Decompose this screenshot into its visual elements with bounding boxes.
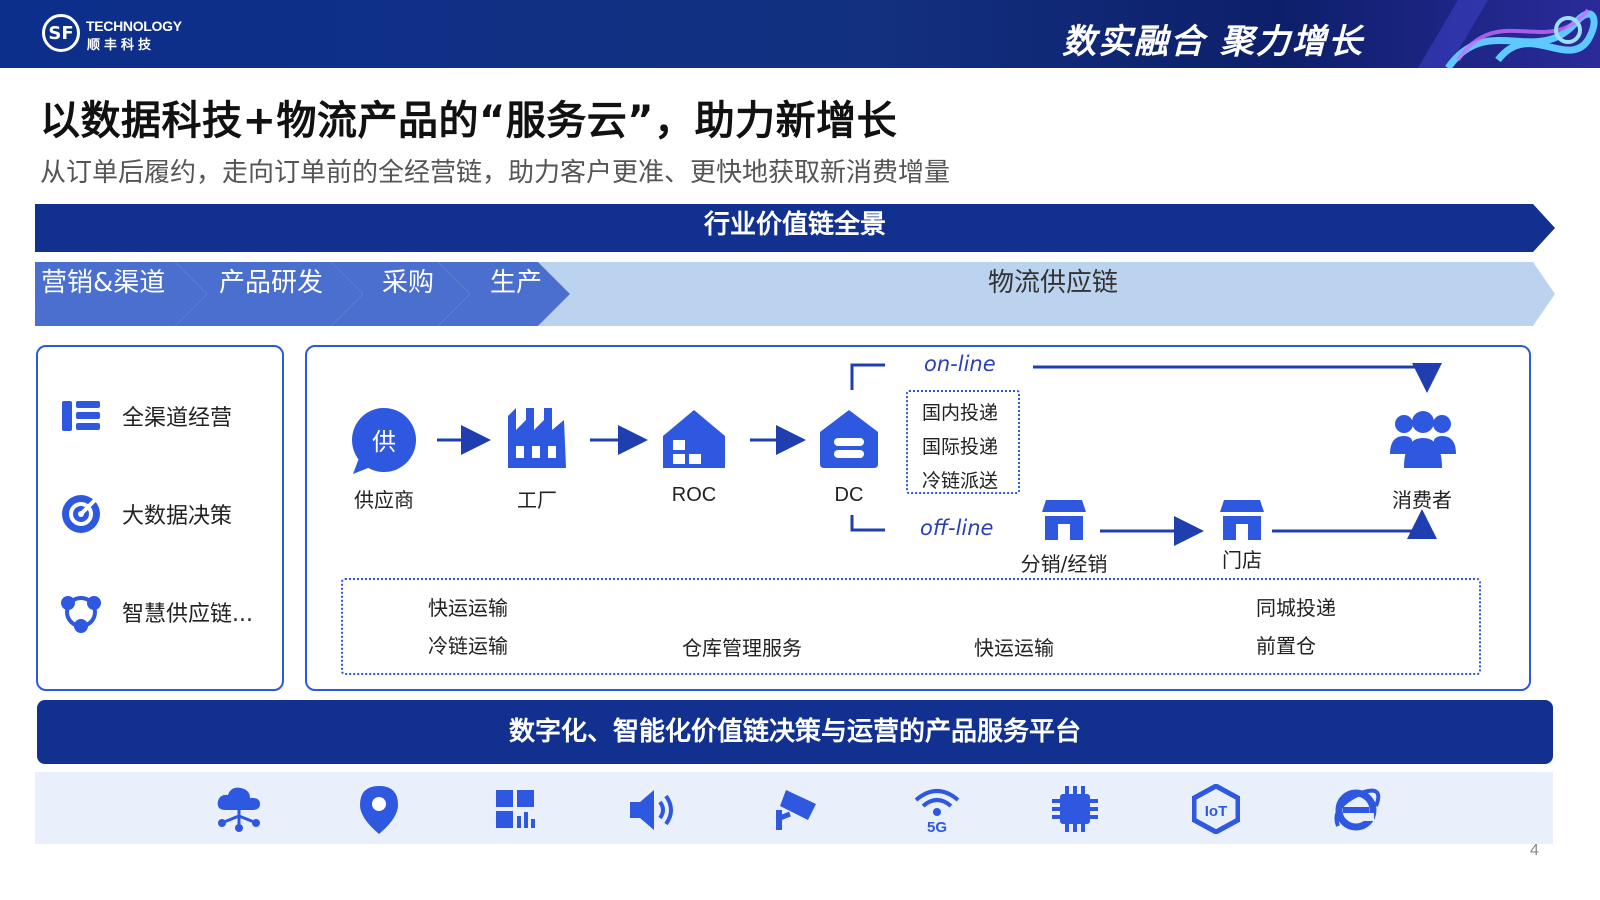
slogan: 数实融合 聚力增长 bbox=[1062, 22, 1364, 62]
badge-iot: IoT bbox=[1205, 803, 1228, 820]
service-frontwarehouse: 前置仓 bbox=[1256, 634, 1316, 658]
online-label: on-line bbox=[924, 352, 996, 376]
left-item-label: 全渠道经营 bbox=[122, 406, 233, 431]
distribution-center-icon bbox=[820, 410, 878, 468]
factory-icon bbox=[508, 408, 566, 468]
page-subtitle: 从订单后履约，走向订单前的全经营链，助力客户更准、更快地获取新消费增量 bbox=[40, 158, 951, 188]
stage-rnd: 产品研发 bbox=[219, 268, 324, 298]
list-icon bbox=[62, 401, 100, 431]
target-icon bbox=[62, 495, 100, 533]
service-express: 快运运输 bbox=[428, 596, 508, 620]
delivery-coldchain: 冷链派送 bbox=[922, 470, 999, 492]
location-pin-icon bbox=[360, 786, 398, 834]
ribbon-decoration-icon bbox=[1418, 0, 1598, 68]
left-item-omnichannel: 全渠道经营 bbox=[60, 396, 232, 436]
node-dc: DC bbox=[834, 484, 864, 506]
chip-icon bbox=[1052, 786, 1098, 832]
offline-label: off-line bbox=[920, 516, 994, 540]
node-consumer: 消费者 bbox=[1392, 488, 1452, 512]
node-factory: 工厂 bbox=[517, 488, 557, 512]
node-distribution: 分销/经销 bbox=[1020, 552, 1108, 576]
node-store: 门店 bbox=[1222, 548, 1262, 572]
store-icon bbox=[1042, 500, 1086, 540]
speaker-icon bbox=[630, 790, 673, 830]
delivery-international: 国际投递 bbox=[922, 436, 999, 458]
dashboard-icon bbox=[496, 790, 535, 828]
camera-icon bbox=[776, 790, 816, 830]
page-title: 以数据科技+物流产品的“服务云”，助力新增长 bbox=[40, 98, 898, 144]
service-warehouse: 仓库管理服务 bbox=[682, 636, 802, 660]
supplier-glyph: 供 bbox=[372, 428, 396, 456]
badge-5g: 5G bbox=[927, 819, 947, 834]
supplier-icon: 供 bbox=[352, 408, 416, 474]
shop-icon bbox=[1220, 500, 1264, 540]
left-item-bigdata: 大数据决策 bbox=[60, 494, 232, 534]
stage-marketing: 营销&渠道 bbox=[41, 268, 166, 298]
stage-logistics: 物流供应链 bbox=[988, 268, 1119, 298]
logo-text-cn: 顺丰科技 bbox=[87, 38, 156, 53]
left-item-supplychain: 智慧供应链... bbox=[60, 592, 253, 633]
left-item-label: 智慧供应链... bbox=[122, 602, 253, 627]
platform-title: 数字化、智能化价值链决策与运营的产品服务平台 bbox=[37, 700, 1553, 764]
left-item-label: 大数据决策 bbox=[122, 504, 233, 529]
5g-icon: 5G bbox=[914, 789, 960, 834]
iot-icon: IoT bbox=[1192, 784, 1240, 834]
delivery-options: 国内投递 国际投递 冷链派送 bbox=[906, 390, 1020, 494]
node-roc: ROC bbox=[671, 484, 717, 506]
node-supplier: 供应商 bbox=[354, 488, 414, 512]
network-icon bbox=[61, 596, 101, 633]
consumer-group-icon bbox=[1390, 411, 1456, 468]
stage-procurement: 采购 bbox=[382, 268, 435, 298]
browser-icon bbox=[1334, 788, 1381, 831]
service-express-2: 快运运输 bbox=[974, 636, 1054, 660]
service-coldchain: 冷链运输 bbox=[428, 634, 508, 658]
stage-production: 生产 bbox=[490, 268, 543, 298]
logo-text-en: TECHNOLOGY bbox=[86, 18, 182, 34]
warehouse-icon bbox=[663, 410, 725, 468]
page-number: 4 bbox=[1530, 842, 1539, 859]
delivery-domestic: 国内投递 bbox=[922, 402, 999, 424]
sf-logo-icon: SF bbox=[42, 14, 80, 52]
service-citydelivery: 同城投递 bbox=[1256, 596, 1336, 620]
value-chain-title: 行业价值链全景 bbox=[703, 210, 886, 240]
logo-mark: SF bbox=[48, 22, 74, 44]
cloud-network-icon bbox=[217, 787, 260, 832]
